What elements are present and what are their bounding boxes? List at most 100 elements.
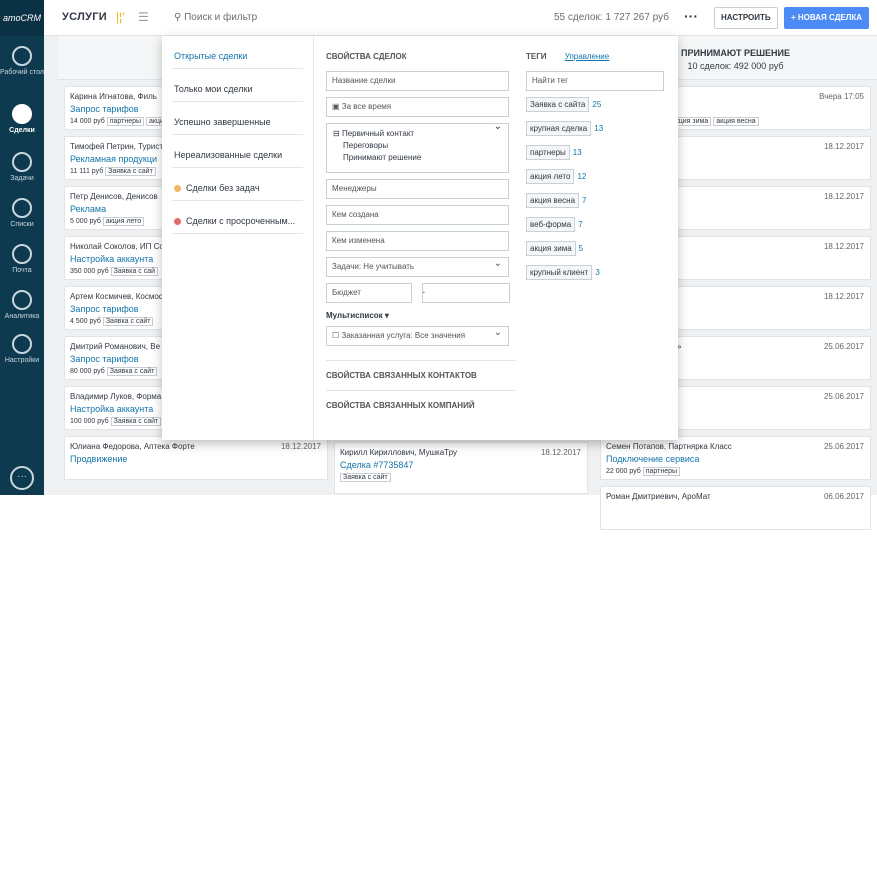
stage-option[interactable]: ⊟ Первичный контакт xyxy=(333,128,502,140)
preset-my-deals[interactable]: Только мои сделки xyxy=(172,69,303,102)
tag-name: веб-форма xyxy=(526,217,576,232)
deal-price: 11 111 руб xyxy=(70,168,104,175)
tag: Заявка с сайт xyxy=(110,417,162,426)
stage-option[interactable]: Переговоры xyxy=(333,140,502,152)
tag-filter-item[interactable]: Заявка с сайта 25 xyxy=(526,97,676,113)
deal-date: 18.12.2017 xyxy=(823,292,864,301)
sidebar: amoCRM Рабочий стол Сделки Задачи Списки… xyxy=(0,0,44,495)
tag-count: 12 xyxy=(577,172,587,181)
tag: Заявка с сайт xyxy=(106,367,158,376)
contact-name: Владимир Луков, Форма xyxy=(70,392,162,401)
deal-card[interactable]: Семен Потапов, Партнярка Класс 25.06.2017… xyxy=(600,436,871,480)
tag-filter-item[interactable]: крупная сделка 13 xyxy=(526,121,676,137)
tag-filter-item[interactable]: партнеры 13 xyxy=(526,145,676,161)
preset-won[interactable]: Успешно завершенные xyxy=(172,102,303,135)
tag-filter-item[interactable]: акция зима 5 xyxy=(526,241,676,257)
deal-card[interactable]: Роман Дмитриевич, АроМат 06.06.2017 xyxy=(600,486,871,530)
nav-analytics[interactable]: Аналитика xyxy=(0,284,44,334)
deal-date: 18.12.2017 xyxy=(823,192,864,201)
deal-properties: СВОЙСТВА СДЕЛОК Название сделки ▣ За все… xyxy=(326,36,516,440)
tag-count: 7 xyxy=(578,220,583,229)
search-input[interactable]: ⚲ Поиск и фильтр xyxy=(174,12,257,23)
deal-date: 18.12.2017 xyxy=(823,142,864,151)
tag-count: 7 xyxy=(582,196,587,205)
deal-date: 25.06.2017 xyxy=(823,392,864,401)
find-tag-field[interactable]: Найти тег xyxy=(526,71,664,91)
preset-no-tasks[interactable]: Сделки без задач xyxy=(172,168,303,201)
multilist-label[interactable]: Мультисписок ▾ xyxy=(326,311,516,320)
tag-name: крупный клиент xyxy=(526,265,593,280)
deal-date: Вчера 17:05 xyxy=(819,92,864,101)
tag-name: партнеры xyxy=(526,145,570,160)
tasks-select[interactable]: Задачи: Не учитывать xyxy=(326,255,509,277)
tag-name: Заявка с сайта xyxy=(526,97,590,112)
deal-card[interactable]: Юлиана Федорова, Аптека Форте 18.12.2017 П… xyxy=(64,436,328,480)
nav-deals[interactable]: Сделки xyxy=(0,98,44,148)
new-deal-button[interactable]: + НОВАЯ СДЕЛКА xyxy=(784,7,870,29)
tag-count: 13 xyxy=(594,124,604,133)
deal-price: 5 000 руб xyxy=(70,218,101,225)
tag-filter-item[interactable]: крупный клиент 3 xyxy=(526,265,676,281)
stage-option[interactable]: Принимают решение xyxy=(333,152,502,164)
manager-field[interactable]: Менеджеры xyxy=(326,179,509,199)
tag-count: 13 xyxy=(572,148,582,157)
deal-link[interactable]: Продвижение xyxy=(70,454,322,464)
tag-name: крупная сделка xyxy=(526,121,592,136)
tag-name: акция лето xyxy=(526,169,575,184)
deal-link[interactable]: Сделка #7735847 xyxy=(340,460,582,470)
tag-count: 25 xyxy=(592,100,602,109)
contact-name: Юлиана Федорова, Аптека Форте xyxy=(70,442,195,451)
deal-price: 350 000 руб xyxy=(70,268,109,275)
section-contacts[interactable]: СВОЙСТВА СВЯЗАННЫХ КОНТАКТОВ xyxy=(326,371,516,380)
tag-filter-item[interactable]: веб-форма 7 xyxy=(526,217,676,233)
nav-tasks[interactable]: Задачи xyxy=(0,146,44,196)
mail-icon xyxy=(12,244,32,264)
deal-card[interactable]: Кирилл Кириллович, МушкаТру 18.12.2017 Сд… xyxy=(334,442,588,494)
manage-tags-link[interactable]: Управление xyxy=(565,52,609,61)
preset-overdue[interactable]: Сделки с просроченным... xyxy=(172,201,303,234)
section-companies[interactable]: СВОЙСТВА СВЯЗАННЫХ КОМПАНИЙ xyxy=(326,401,516,410)
configure-button[interactable]: НАСТРОИТЬ xyxy=(714,7,778,29)
tags-section: ТЕГИ Управление Найти тег Заявка с сайта… xyxy=(526,36,676,440)
deal-date: 06.06.2017 xyxy=(823,492,864,501)
budget-from-field[interactable]: Бюджет xyxy=(326,283,412,303)
deal-date: 25.06.2017 xyxy=(823,442,864,451)
deal-price: 14 000 руб xyxy=(70,118,105,125)
preset-lost[interactable]: Нереализованные сделки xyxy=(172,135,303,168)
tag-filter-item[interactable]: акция весна 7 xyxy=(526,193,676,209)
preset-open-deals[interactable]: Открытые сделки xyxy=(172,36,303,69)
created-by-field[interactable]: Кем создана xyxy=(326,205,509,225)
chat-icon[interactable]: ··· xyxy=(10,466,34,490)
pipeline-view-icon[interactable]: |¦' xyxy=(116,10,125,24)
tag: акция лето xyxy=(102,217,145,226)
tasks-icon xyxy=(12,152,32,172)
period-select[interactable]: ▣ За все время xyxy=(326,97,509,117)
deal-price: 4 500 руб xyxy=(70,318,101,325)
tag-name: акция зима xyxy=(526,241,576,256)
nav-settings[interactable]: Настройки xyxy=(0,328,44,378)
dashboard-icon xyxy=(12,46,32,66)
dot-icon xyxy=(174,218,181,226)
deal-name-field[interactable]: Название сделки xyxy=(326,71,509,91)
service-select[interactable]: ☐ Заказанная услуга: Все значения xyxy=(326,324,509,346)
stage-select[interactable]: ⊟ Первичный контакт Переговоры Принимают р… xyxy=(326,121,509,173)
app-logo[interactable]: amoCRM xyxy=(0,0,44,36)
deal-price: 22 000 руб xyxy=(606,468,641,475)
filter-presets: Открытые сделки Только мои сделки Успешн… xyxy=(162,36,314,440)
tag: Заявка с сайт xyxy=(102,317,154,326)
deals-icon xyxy=(12,104,32,124)
deal-date: 25.06.2017 xyxy=(823,342,864,351)
nav-dashboard[interactable]: Рабочий стол xyxy=(0,40,44,90)
tag: Заявка с сайт xyxy=(105,167,156,176)
nav-lists[interactable]: Списки xyxy=(0,192,44,242)
more-button[interactable]: ··· xyxy=(684,8,698,24)
deal-count: 55 сделок: 1 727 267 руб xyxy=(554,12,669,23)
deal-link[interactable]: Подключение сервиса xyxy=(606,454,865,464)
search-icon: ⚲ xyxy=(174,12,185,23)
nav-mail[interactable]: Почта xyxy=(0,238,44,288)
tag-name: акция весна xyxy=(526,193,580,208)
tag-filter-item[interactable]: акция лето 12 xyxy=(526,169,676,185)
budget-to-field[interactable] xyxy=(422,283,510,303)
changed-by-field[interactable]: Кем изменена xyxy=(326,231,509,251)
list-view-icon[interactable]: ☰ xyxy=(138,10,149,24)
